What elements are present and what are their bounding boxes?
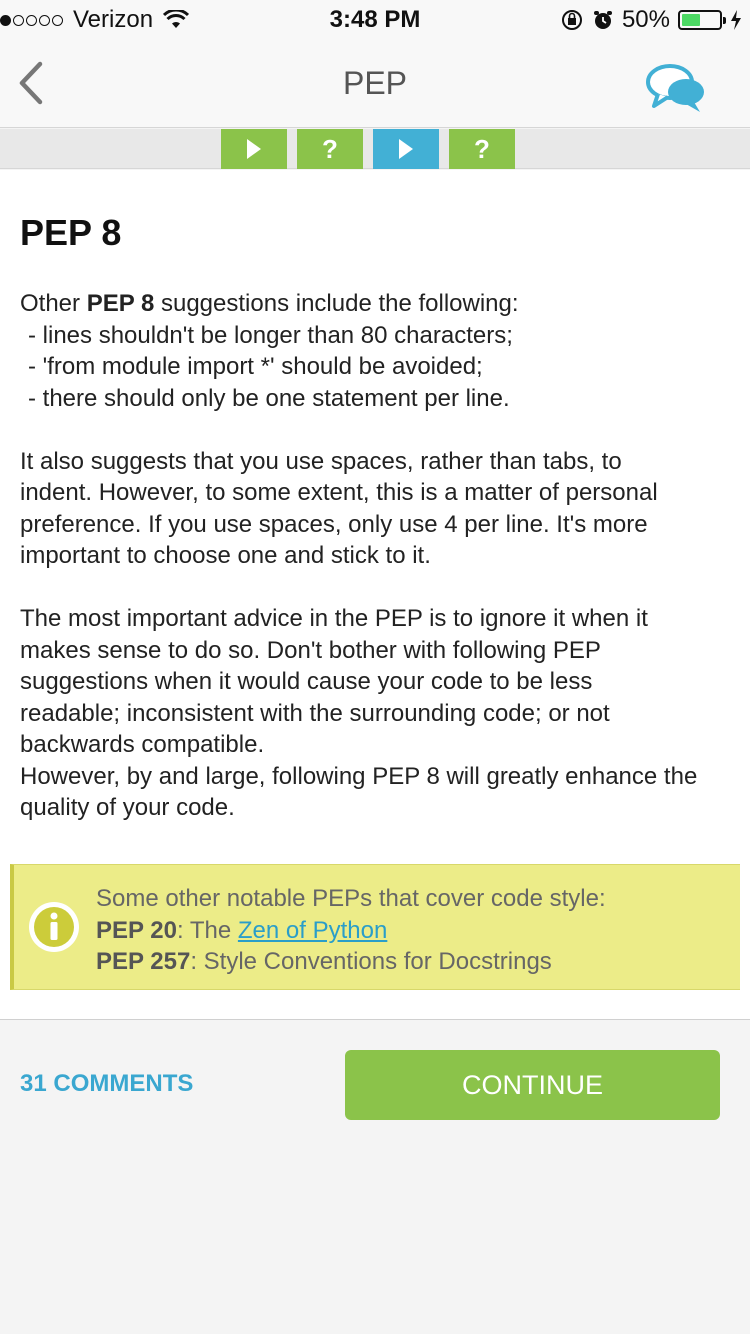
lesson-progress: ? ? [0,129,750,169]
bullet-item: - 'from module import *' should be avoid… [28,353,483,380]
comments-link[interactable]: 31 COMMENTS [20,1070,193,1098]
progress-step-lesson-2-current[interactable] [373,129,439,169]
status-bar: Verizon 3:48 PM 50% [0,0,750,40]
quiz-icon: ? [474,133,490,164]
alarm-icon [593,11,612,29]
carrier-name: Verizon [73,6,154,33]
play-icon [399,139,413,159]
continue-button[interactable]: CONTINUE [345,1050,720,1120]
status-right: 50% [560,6,742,34]
progress-step-lesson-1[interactable] [221,129,287,169]
intro-text: Other [20,290,87,317]
status-left: Verizon [0,6,190,34]
lesson-body: Other PEP 8 suggestions include the foll… [20,288,735,855]
intro-line: Other PEP 8 suggestions include the foll… [20,288,735,320]
wifi-icon [163,10,190,28]
progress-step-quiz-1[interactable]: ? [297,129,363,169]
text-line: The most important advice in the PEP is … [20,605,648,632]
bullet-item: - there should only be one statement per… [28,384,510,412]
play-icon [247,139,261,159]
info-icon [29,902,79,952]
lesson-title: PEP 8 [20,212,122,253]
paragraph-1: Other PEP 8 suggestions include the foll… [20,288,735,414]
lesson-content: PEP 8 Other PEP 8 suggestions include th… [0,170,750,1020]
intro-bold: PEP 8 [86,290,155,317]
text-line: quality of your code. [20,794,235,821]
pep20-text: : The [176,916,238,944]
speech-bubbles-icon [646,64,704,112]
progress-step-quiz-2[interactable]: ? [449,129,515,169]
pep257-label: PEP 257 [96,948,191,975]
back-button[interactable] [12,58,52,108]
paragraph-3: The most important advice in the PEP is … [20,603,735,824]
note-heading: Some other notable PEPs that cover code … [96,885,606,912]
text-line: preference. If you use spaces, only use … [20,510,648,538]
info-note: Some other notable PEPs that cover code … [10,864,740,990]
quiz-icon: ? [322,133,338,164]
comments-button[interactable] [644,60,708,116]
signal-strength-icon [0,14,65,26]
text-line: important to choose one and stick to it. [20,542,431,569]
page-title: PEP [342,65,408,101]
text-line: indent. However, to some extent, this is… [20,479,658,506]
text-line: backwards compatible. [20,731,265,758]
text-line: readable; inconsistent with the surround… [20,699,610,727]
text-line: However, by and large, following PEP 8 w… [20,762,698,790]
pep257-text: : Style Conventions for Docstrings [190,948,552,975]
battery-icon [678,10,726,30]
chevron-left-icon [19,61,43,105]
bullet-item: - lines shouldn't be longer than 80 char… [28,321,513,349]
charging-bolt-icon [731,10,741,30]
rotation-lock-icon [561,10,582,30]
text-line: makes sense to do so. Don't bother with … [20,636,601,664]
note-text: Some other notable PEPs that cover code … [96,883,606,978]
intro-text-end: suggestions include the following: [154,290,519,317]
note-pep257: PEP 257: Style Conventions for Docstring… [96,946,606,978]
battery-percent: 50% [621,6,670,33]
pep20-label: PEP 20 [96,916,177,944]
text-line: It also suggests that you use spaces, ra… [20,447,622,475]
nav-bar: PEP [0,40,750,128]
paragraph-2: It also suggests that you use spaces, ra… [20,446,735,572]
note-pep20: PEP 20: The Zen of Python [96,915,606,947]
zen-of-python-link[interactable]: Zen of Python [238,917,387,944]
text-line: suggestions when it would cause your cod… [20,668,593,695]
battery-level [682,14,700,26]
